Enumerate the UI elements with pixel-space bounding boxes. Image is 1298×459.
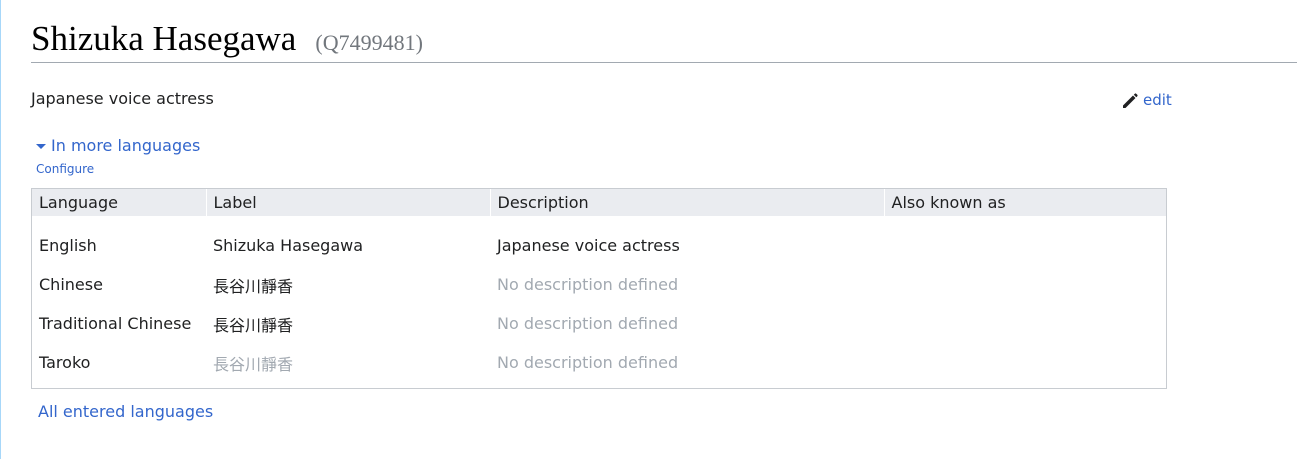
edit-label: edit <box>1143 91 1172 109</box>
row-description[interactable]: No description defined <box>490 265 884 304</box>
row-language: Traditional Chinese <box>39 314 192 333</box>
languages-table: Language Label Description Also known as… <box>32 189 1166 382</box>
row-aliases[interactable] <box>884 216 1166 265</box>
more-languages-label: In more languages <box>51 136 201 155</box>
entity-id: (Q7499481) <box>315 30 423 55</box>
entity-description: Japanese voice actress <box>31 89 214 108</box>
page-heading: Shizuka Hasegawa (Q7499481) <box>31 18 1297 63</box>
languages-table-container: Language Label Description Also known as… <box>31 188 1167 389</box>
row-aliases[interactable] <box>884 304 1166 343</box>
all-entered-languages-link[interactable]: All entered languages <box>38 402 213 422</box>
row-label[interactable]: 長谷川靜香 <box>206 265 490 304</box>
table-row: Chinese 長谷川靜香 No description defined <box>32 265 1166 304</box>
row-description[interactable]: No description defined <box>490 304 884 343</box>
row-label[interactable]: Shizuka Hasegawa <box>206 216 490 265</box>
header-description: Description <box>490 189 885 216</box>
edit-link[interactable]: edit <box>1121 90 1172 110</box>
row-language: Chinese <box>39 275 103 294</box>
table-row: Traditional Chinese 長谷川靜香 No description… <box>32 304 1166 343</box>
row-language: Taroko <box>39 353 91 372</box>
row-label[interactable]: 長谷川靜香 <box>206 304 490 343</box>
entity-page: Shizuka Hasegawa (Q7499481) Japanese voi… <box>0 0 1298 459</box>
table-header-row: Language Label Description Also known as <box>32 189 1166 216</box>
row-description[interactable]: Japanese voice actress <box>490 216 884 265</box>
page-title: Shizuka Hasegawa <box>31 19 297 58</box>
header-label: Label <box>206 189 491 216</box>
row-aliases[interactable] <box>884 265 1166 304</box>
row-description[interactable]: No description defined <box>490 343 884 382</box>
table-row: Taroko 長谷川靜香 No description defined <box>32 343 1166 382</box>
configure-link[interactable]: Configure <box>36 161 94 177</box>
more-languages-toggle[interactable]: In more languages <box>36 136 200 156</box>
table-row: English Shizuka Hasegawa Japanese voice … <box>32 216 1166 265</box>
pencil-icon <box>1123 93 1138 108</box>
row-label[interactable]: 長谷川靜香 <box>206 343 490 382</box>
header-aliases: Also known as <box>891 193 1006 212</box>
row-language: English <box>39 236 97 255</box>
row-aliases[interactable] <box>884 343 1166 382</box>
header-language: Language <box>32 189 207 216</box>
caret-down-icon <box>36 143 46 149</box>
left-border <box>0 0 1 459</box>
